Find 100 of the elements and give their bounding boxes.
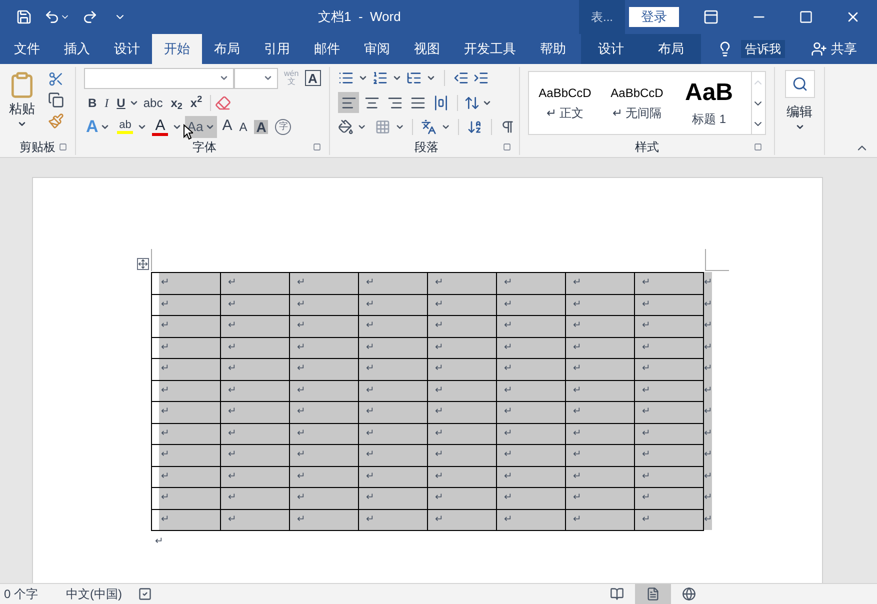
table-cell[interactable]: ↵ [634, 466, 704, 488]
view-button[interactable] [635, 584, 671, 604]
table-cell[interactable]: ↵ [566, 316, 634, 337]
ribbon-tab[interactable]: 视图 [402, 34, 452, 64]
table-cell[interactable]: ↵ [152, 358, 220, 380]
table-cell[interactable]: ↵ [358, 488, 428, 509]
table-cell[interactable]: ↵ [152, 272, 220, 294]
table-move-handle-icon[interactable] [137, 258, 149, 270]
table-cell[interactable]: ↵ [496, 380, 566, 402]
table-cell[interactable]: ↵ [152, 402, 220, 423]
font-size-field[interactable] [234, 68, 278, 89]
table-cell[interactable]: ↵ [220, 316, 290, 337]
table-cell[interactable]: ↵ [566, 294, 634, 316]
table-cell[interactable]: ↵ [496, 488, 566, 509]
save-icon[interactable] [16, 9, 32, 25]
table-cell[interactable]: ↵ [358, 509, 428, 530]
grow-font-button[interactable]: A [220, 116, 234, 138]
table-cell[interactable]: ↵ [290, 380, 358, 402]
table-cell[interactable]: ↵ [220, 380, 290, 402]
decrease-indent-icon[interactable] [453, 70, 469, 86]
font-color-button[interactable]: A [150, 116, 170, 138]
table-cell[interactable]: ↵ [496, 444, 566, 466]
dialog-launcher-icon[interactable] [503, 143, 511, 152]
table-cell[interactable]: ↵ [496, 466, 566, 488]
share-button[interactable]: 共享 [811, 34, 857, 64]
table-cell[interactable]: ↵ [496, 402, 566, 423]
increase-indent-icon[interactable] [473, 70, 489, 86]
table-cell[interactable]: ↵ [220, 402, 290, 423]
table-cell[interactable]: ↵ [220, 294, 290, 316]
table-cell[interactable]: ↵ [290, 444, 358, 466]
table-cell[interactable]: ↵ [152, 316, 220, 337]
table-cell[interactable]: ↵ [290, 402, 358, 423]
table-cell[interactable]: ↵ [290, 488, 358, 509]
table-cell[interactable]: ↵ [496, 423, 566, 444]
phonetic-guide-button[interactable]: wén 文 [282, 70, 301, 86]
table-cell[interactable]: ↵ [634, 380, 704, 402]
table-cell[interactable]: ↵ [566, 423, 634, 444]
text-effect-button[interactable]: A [84, 116, 112, 138]
character-border-button[interactable]: A [304, 70, 321, 86]
table-cell[interactable]: ↵ [634, 272, 704, 294]
redo-icon[interactable] [82, 9, 98, 25]
show-marks-icon[interactable] [500, 118, 516, 135]
ribbon-tab[interactable]: 帮助 [528, 34, 578, 64]
table-cell[interactable]: ↵ [220, 423, 290, 444]
tell-me-field[interactable]: 告诉我 [741, 40, 785, 58]
shading-icon[interactable] [338, 118, 354, 135]
table-cell[interactable]: ↵ [152, 466, 220, 488]
editing-button[interactable]: 编辑 [784, 67, 814, 132]
table-cell[interactable]: ↵ [152, 337, 220, 358]
table-cell[interactable]: ↵ [566, 337, 634, 358]
ribbon-tab[interactable]: 引用 [252, 34, 302, 64]
font-name-field[interactable] [84, 68, 234, 89]
table-cell[interactable]: ↵ [152, 423, 220, 444]
table-cell[interactable]: ↵ [634, 358, 704, 380]
table-cell[interactable]: ↵ [428, 337, 496, 358]
dialog-launcher-icon[interactable] [754, 143, 762, 151]
style-item[interactable]: AaBbCcD ↵ 正文 [529, 72, 601, 134]
sort-icon[interactable] [467, 118, 483, 135]
table-cell[interactable]: ↵ [290, 272, 358, 294]
table-cell[interactable]: ↵ [220, 358, 290, 380]
table-cell[interactable]: ↵ [496, 358, 566, 380]
table-cell[interactable]: ↵ [566, 444, 634, 466]
table-cell[interactable]: ↵ [496, 294, 566, 316]
table-cell[interactable]: ↵ [428, 488, 496, 509]
table-cell[interactable]: ↵ [358, 402, 428, 423]
table-cell[interactable]: ↵ [566, 402, 634, 423]
clear-formatting-icon[interactable] [215, 94, 232, 111]
table-cell[interactable]: ↵ [428, 316, 496, 337]
multilevel-list-icon[interactable] [406, 70, 422, 86]
table-cell[interactable]: ↵ [566, 358, 634, 380]
table-cell[interactable]: ↵ [566, 272, 634, 294]
bullets-icon[interactable] [338, 70, 354, 86]
table-cell[interactable]: ↵ [634, 509, 704, 530]
format-button[interactable]: U [112, 92, 130, 113]
format-button[interactable]: abc [139, 92, 167, 113]
table-cell[interactable]: ↵ [220, 509, 290, 530]
table-cell[interactable]: ↵ [566, 488, 634, 509]
ribbon-tab[interactable]: 设计 [102, 34, 152, 64]
table-cell[interactable]: ↵ [566, 380, 634, 402]
table-cell[interactable]: ↵ [566, 466, 634, 488]
table-cell[interactable]: ↵ [428, 423, 496, 444]
table-cell[interactable]: ↵ [428, 358, 496, 380]
table-cell[interactable]: ↵ [496, 337, 566, 358]
table-cell[interactable]: ↵ [220, 444, 290, 466]
format-button[interactable]: B [84, 92, 101, 113]
table-cell[interactable]: ↵ [290, 316, 358, 337]
table-cell[interactable]: ↵ [428, 466, 496, 488]
paste-button[interactable]: 粘贴 [4, 67, 40, 139]
table-cell[interactable]: ↵ [358, 423, 428, 444]
table-cell[interactable]: ↵ [358, 380, 428, 402]
table-cell[interactable]: ↵ [358, 466, 428, 488]
table-cell[interactable]: ↵ [634, 294, 704, 316]
format-painter-icon[interactable] [48, 113, 64, 129]
table-cell[interactable]: ↵ [496, 509, 566, 530]
line-spacing-icon[interactable] [464, 94, 480, 111]
table-cell[interactable]: ↵ [152, 380, 220, 402]
table-cell[interactable]: ↵ [634, 402, 704, 423]
table-cell[interactable]: ↵ [634, 423, 704, 444]
table-cell[interactable]: ↵ [358, 358, 428, 380]
table-cell[interactable]: ↵ [634, 316, 704, 337]
